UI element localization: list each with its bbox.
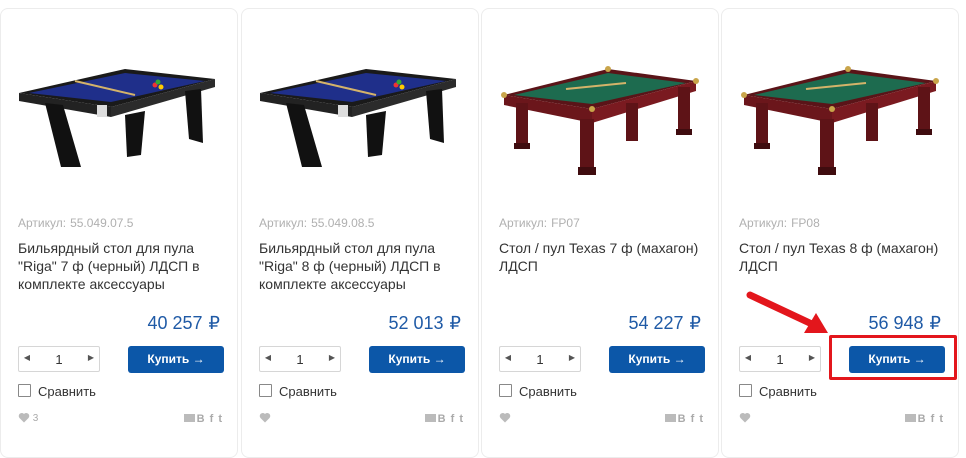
share-links[interactable]: B f t [424,413,464,425]
product-image-mahogany-pool-table[interactable] [496,59,704,179]
product-title-link[interactable]: Стол / пул Texas 7 ф (махагон) ЛДСП [499,239,709,275]
like-button[interactable] [259,412,271,424]
product-title-link[interactable]: Бильярдный стол для пула "Riga" 8 ф (чер… [259,239,469,293]
product-image-black-pool-table[interactable] [15,59,223,179]
heart-icon[interactable] [499,412,511,423]
increase-arrow-icon[interactable]: ▶ [86,353,96,362]
buy-button[interactable]: Купить → [609,346,705,373]
share-links[interactable]: B f t [664,413,704,425]
product-card: Артикул: 55.049.07.5 Бильярдный стол для … [0,8,238,458]
mail-icon[interactable] [664,414,676,422]
checkbox-icon[interactable] [18,384,31,397]
buy-button[interactable]: Купить → [369,346,465,373]
product-price: 54 227 ₽ [628,313,701,333]
share-links[interactable]: B f t [183,413,223,425]
product-card: Артикул: FP07 Стол / пул Texas 7 ф (махаг… [481,8,719,458]
increase-arrow-icon[interactable]: ▶ [807,353,817,362]
heart-icon[interactable] [739,412,751,423]
quantity-stepper[interactable]: ◀ 1 ▶ [18,346,100,372]
product-image-black-pool-table[interactable] [256,59,464,179]
mail-icon[interactable] [424,414,436,422]
product-sku: Артикул: 55.049.07.5 [18,216,134,230]
product-title-link[interactable]: Бильярдный стол для пула "Riga" 7 ф (чер… [18,239,228,293]
product-sku: Артикул: FP08 [739,216,820,230]
product-card: Артикул: FP08 Стол / пул Texas 8 ф (махаг… [721,8,959,458]
compare-checkbox[interactable]: Сравнить [739,384,817,399]
compare-checkbox[interactable]: Сравнить [499,384,577,399]
checkbox-icon[interactable] [259,384,272,397]
product-price: 52 013 ₽ [388,313,461,333]
product-card: Артикул: 55.049.08.5 Бильярдный стол для … [241,8,479,458]
product-title-link[interactable]: Стол / пул Texas 8 ф (махагон) ЛДСП [739,239,949,275]
quantity-stepper[interactable]: ◀ 1 ▶ [739,346,821,372]
checkbox-icon[interactable] [739,384,752,397]
product-sku: Артикул: 55.049.08.5 [259,216,375,230]
buy-button[interactable]: Купить → [128,346,224,373]
compare-checkbox[interactable]: Сравнить [18,384,96,399]
like-button[interactable]: 3 [18,412,38,424]
mail-icon[interactable] [904,414,916,422]
product-sku: Артикул: FP07 [499,216,580,230]
like-count: 3 [32,413,39,424]
product-price: 56 948 ₽ [868,313,941,333]
share-links[interactable]: B f t [904,413,944,425]
product-image-mahogany-pool-table[interactable] [736,59,944,179]
heart-icon[interactable] [259,412,271,423]
increase-arrow-icon[interactable]: ▶ [327,353,337,362]
increase-arrow-icon[interactable]: ▶ [567,353,577,362]
heart-icon[interactable] [18,412,30,423]
mail-icon[interactable] [183,414,195,422]
red-arrow-annotation [746,291,828,333]
like-button[interactable] [739,412,751,424]
compare-checkbox[interactable]: Сравнить [259,384,337,399]
quantity-stepper[interactable]: ◀ 1 ▶ [499,346,581,372]
quantity-stepper[interactable]: ◀ 1 ▶ [259,346,341,372]
highlight-box-annotation [829,335,957,380]
product-price: 40 257 ₽ [147,313,220,333]
like-button[interactable] [499,412,511,424]
checkbox-icon[interactable] [499,384,512,397]
